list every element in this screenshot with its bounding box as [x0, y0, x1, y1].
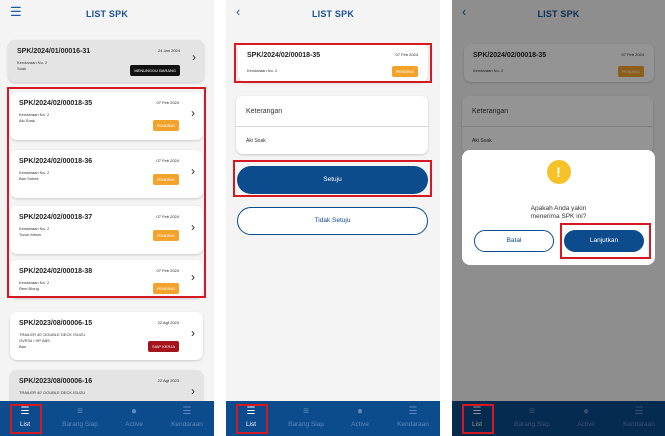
confirm-button[interactable]: Lanjutkan	[564, 230, 644, 252]
spk-issue: Rem Blong	[19, 286, 39, 291]
chevron-right-icon[interactable]: ›	[191, 326, 195, 340]
person-icon: ●	[356, 406, 364, 417]
confirm-dialog: ! Apakah Anda yakin menerima SPK ini? Ba…	[462, 150, 655, 265]
checklist-icon: ≡	[303, 406, 309, 417]
nav-item-barang-siap[interactable]: ≡ Barang Siap	[55, 401, 105, 436]
spk-issue: Soak	[17, 66, 27, 71]
keterangan-value: Aki Soak	[246, 138, 266, 144]
spk-vehicle: TRAILER 40' DOUBLE DECK ISUZU	[19, 332, 86, 337]
screen-spk-detail: ‹ LIST SPK SPK/2024/02/00018-35 07 Feb 2…	[226, 0, 440, 436]
chevron-right-icon[interactable]: ›	[191, 106, 195, 120]
list-icon: ☰	[408, 406, 418, 417]
status-badge: PENDING	[391, 66, 418, 77]
screen-confirm-dialog: ‹ LIST SPK SPK/2024/02/00018-35 07 Feb 2…	[452, 0, 665, 436]
nav-item-list[interactable]: ☰ List	[0, 401, 50, 436]
nav-item-kendaraan[interactable]: ☰ Kendaraan	[162, 401, 212, 436]
spk-code: SPK/2023/08/00006-15	[19, 320, 93, 327]
spk-date: 07 Feb 2024	[395, 52, 418, 57]
nav-item-active[interactable]: ● Active	[335, 401, 385, 436]
spk-date: 24 Jan 2024	[157, 48, 180, 53]
spk-code: SPK/2024/02/00018-35	[247, 52, 321, 59]
spk-issue: Aki Soak	[19, 118, 35, 123]
screen-list-spk: ☰ LIST SPK SPK/2024/01/00016-31 24 Jan 2…	[0, 0, 214, 436]
chevron-right-icon[interactable]: ›	[191, 164, 195, 178]
spk-vehicle: Kendaraan No. 2	[19, 226, 50, 231]
spk-code: SPK/2024/02/00018-38	[19, 268, 93, 275]
spk-date: 22 Agt 2023	[157, 320, 179, 325]
page-title: LIST SPK	[85, 9, 129, 19]
status-badge: PENDING	[152, 174, 179, 185]
spk-vehicle: Kendaraan No. 2	[19, 280, 50, 285]
spk-issue: Turun Mesin	[19, 232, 42, 237]
warning-icon: !	[546, 160, 571, 184]
spk-vehicle: Kendaraan No. 2	[17, 60, 48, 65]
checklist-icon: ≡	[77, 406, 83, 417]
status-badge: MENUNGGU BARANG	[130, 65, 180, 76]
list-icon: ☰	[182, 406, 192, 417]
spk-issue: Ban Sobek	[19, 176, 39, 181]
spk-code: SPK/2024/01/00016-31	[17, 48, 91, 55]
cancel-button[interactable]: Batal	[474, 230, 554, 252]
spk-date: 07 Feb 2024	[156, 158, 179, 163]
header: ‹ LIST SPK	[226, 0, 440, 30]
page-title: LIST SPK	[311, 9, 355, 19]
nav-item-list[interactable]: ☰ List	[226, 401, 276, 436]
spk-date: 07 Feb 2024	[156, 100, 179, 105]
spk-code: SPK/2023/08/00006-16	[19, 378, 93, 385]
header: ☰ LIST SPK	[0, 0, 214, 30]
spk-vehicle: Kendaraan No. 2	[19, 170, 50, 175]
spk-vehicle: TRAILER 40' DOUBLE DECK ISUZU	[19, 390, 86, 395]
spk-card: SPK/2024/02/00018-35 07 Feb 2024 Kendara…	[238, 44, 428, 82]
spk-vehicle: Kendaraan No. 2	[247, 68, 278, 73]
nav-item-active[interactable]: ● Active	[109, 401, 159, 436]
keterangan-label: Keterangan	[246, 108, 283, 115]
spk-unit: GVR34 / HP ABS	[19, 338, 50, 343]
status-badge: PENDING	[152, 120, 179, 131]
list-icon: ☰	[246, 406, 256, 417]
reject-button[interactable]: Tidak Setuju	[237, 207, 428, 235]
dialog-message: Apakah Anda yakin menerima SPK ini?	[530, 205, 587, 220]
spk-date: 22 Agt 2023	[157, 378, 179, 383]
chevron-right-icon[interactable]: ›	[191, 270, 195, 284]
chevron-right-icon[interactable]: ›	[191, 220, 195, 234]
spk-code: SPK/2024/02/00018-37	[19, 214, 93, 221]
spk-card[interactable]: SPK/2024/02/00018-37 07 Feb 2024 Kendara…	[10, 206, 203, 254]
spk-card[interactable]: SPK/2024/02/00018-36 07 Feb 2024 Kendara…	[10, 150, 203, 198]
spk-issue: Ban	[19, 344, 27, 349]
spk-card[interactable]: SPK/2024/02/00018-35 07 Feb 2024 Kendara…	[10, 92, 203, 140]
spk-date: 07 Feb 2024	[156, 268, 179, 273]
spk-code: SPK/2024/02/00018-35	[19, 100, 93, 107]
status-badge: SIAP KERJA	[147, 341, 179, 352]
spk-card[interactable]: SPK/2024/01/00016-31 24 Jan 2024 Kendara…	[8, 40, 204, 82]
status-badge: PENDING	[152, 283, 179, 294]
spk-code: SPK/2024/02/00018-36	[19, 158, 93, 165]
chevron-right-icon[interactable]: ›	[191, 384, 195, 398]
nav-item-barang-siap[interactable]: ≡ Barang Siap	[281, 401, 331, 436]
approve-button[interactable]: Setuju	[237, 166, 428, 194]
chevron-right-icon[interactable]: ›	[192, 50, 196, 64]
spk-date: 07 Feb 2024	[156, 214, 179, 219]
spk-vehicle: Kendaraan No. 2	[19, 112, 50, 117]
bottom-nav: ☰ List ≡ Barang Siap ● Active ☰ Kendaraa…	[0, 401, 214, 436]
bottom-nav: ☰ List ≡ Barang Siap ● Active ☰ Kendaraa…	[226, 401, 440, 436]
nav-item-kendaraan[interactable]: ☰ Kendaraan	[388, 401, 438, 436]
person-icon: ●	[130, 406, 138, 417]
keterangan-field: Keterangan Aki Soak	[236, 96, 428, 154]
spk-card[interactable]: SPK/2024/02/00018-38 07 Feb 2024 Kendara…	[10, 260, 203, 298]
spk-card[interactable]: SPK/2023/08/00006-15 22 Agt 2023 TRAILER…	[10, 312, 203, 360]
list-icon: ☰	[20, 406, 30, 417]
divider	[236, 126, 428, 127]
status-badge: PENDING	[152, 230, 179, 241]
